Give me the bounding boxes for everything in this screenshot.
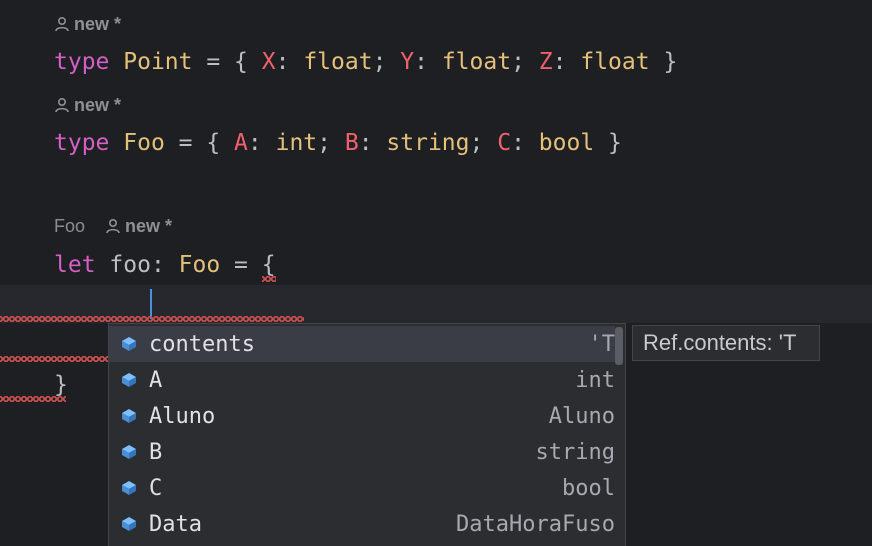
completion-item-name: Data — [149, 511, 202, 537]
completion-item[interactable]: A int — [109, 362, 615, 398]
completion-popup[interactable]: contents 'T A int Aluno Aluno B string C… — [108, 323, 626, 546]
author-hint-label[interactable]: new * — [105, 215, 172, 237]
error-squiggle — [0, 356, 108, 362]
completion-item-type: string — [535, 439, 615, 465]
author-name: new * — [74, 95, 122, 115]
author-hint-label[interactable]: new * — [54, 13, 121, 35]
error-squiggle — [0, 316, 304, 322]
type-and-author-hint[interactable]: Foo new * — [54, 215, 172, 237]
field-cube-icon — [109, 408, 149, 424]
author-name: new * — [74, 14, 122, 34]
completion-item-name: Aluno — [149, 403, 216, 429]
code-line-2: type Foo = { A: int; B: string; C: bool … — [54, 130, 622, 156]
field-type: string — [386, 130, 470, 156]
field-cube-icon — [109, 516, 149, 532]
type-name: Foo — [123, 130, 165, 156]
field-type: float — [580, 49, 650, 75]
field-cube-icon — [109, 480, 149, 496]
open-brace: { — [261, 252, 276, 278]
field-name: C — [497, 130, 512, 156]
field-name: Y — [400, 49, 415, 75]
code-line-3: let foo: Foo = { — [54, 252, 276, 278]
field-type: float — [441, 49, 512, 75]
completion-item-type: DataHoraFuso — [456, 511, 615, 537]
completion-item-name: A — [149, 367, 163, 393]
identifier: foo — [109, 252, 151, 278]
author-hint-label[interactable]: new * — [54, 94, 121, 116]
field-name: Z — [538, 49, 553, 75]
keyword: let — [54, 252, 96, 278]
completion-item[interactable]: Data DataHoraFuso — [109, 506, 615, 542]
field-type: float — [303, 49, 373, 75]
completion-item[interactable]: C bool — [109, 470, 615, 506]
type-name: Point — [123, 49, 193, 75]
completion-item-type: Aluno — [548, 403, 615, 429]
field-name: A — [234, 130, 248, 156]
field-name: X — [261, 49, 276, 75]
error-squiggle — [262, 276, 276, 282]
completion-item-type: bool — [562, 475, 615, 501]
field-type: int — [275, 130, 318, 156]
completion-item-name: B — [149, 439, 163, 465]
completion-item[interactable]: B string — [109, 434, 615, 470]
error-squiggle — [0, 396, 66, 402]
field-cube-icon — [109, 336, 149, 352]
author-hint[interactable]: new * — [54, 94, 121, 116]
completion-item[interactable]: Aluno Aluno — [109, 398, 615, 434]
completion-item-name: contents — [149, 331, 255, 357]
completion-item-type: 'T — [588, 331, 616, 357]
text-caret — [150, 289, 152, 319]
author-hint[interactable]: new * — [54, 13, 121, 35]
completion-item-name: C — [149, 475, 163, 501]
completion-item[interactable]: contents 'T — [109, 326, 615, 362]
field-type: bool — [538, 130, 595, 156]
popup-scrollbar[interactable] — [615, 327, 623, 365]
field-cube-icon — [109, 444, 149, 460]
type-name: Foo — [178, 252, 221, 278]
inferred-type-hint: Foo — [54, 216, 86, 236]
person-icon — [55, 16, 69, 32]
field-cube-icon — [109, 372, 149, 388]
completion-item-type: int — [575, 367, 615, 393]
close-brace: } — [54, 372, 68, 398]
person-icon — [106, 218, 120, 234]
keyword: type — [54, 49, 110, 75]
author-name: new * — [125, 216, 173, 236]
documentation-tooltip: Ref.contents: 'T — [632, 325, 820, 361]
code-line-1: type Point = { X: float; Y: float; Z: fl… — [54, 49, 678, 75]
field-name: B — [344, 130, 359, 156]
keyword: type — [54, 130, 110, 156]
person-icon — [55, 97, 69, 113]
